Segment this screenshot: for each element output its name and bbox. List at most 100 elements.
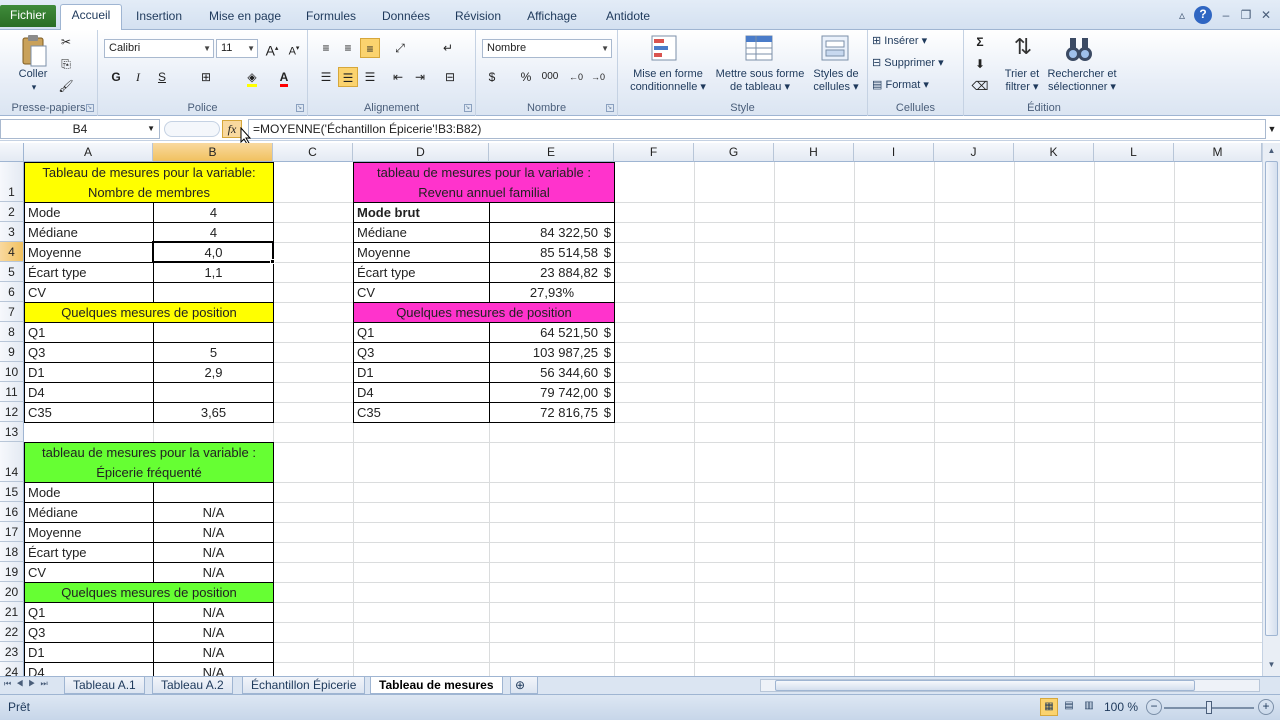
table3-value-stdev[interactable]: N/A [153,542,274,563]
tab-data[interactable]: Données [374,6,438,28]
table3-value-d4[interactable]: N/A [153,662,274,676]
tab-antidote[interactable]: Antidote [596,6,660,28]
align-right-icon[interactable]: ☰ [360,67,380,87]
row-header-22[interactable]: 22 [0,622,24,642]
column-header-f[interactable]: F [614,143,694,162]
cell-styles-icon[interactable] [820,34,850,64]
currency-button[interactable]: $ [482,67,502,87]
table2-label-d4[interactable]: D4 [353,382,490,403]
row-header-13[interactable]: 13 [0,422,24,442]
clear-icon[interactable]: ⌫ [970,76,990,96]
fill-color-icon[interactable]: ◈ [242,67,262,87]
table1-label-d1[interactable]: D1 [24,362,154,383]
sort-filter-icon[interactable]: ⇅ [1008,34,1038,64]
align-top-icon[interactable]: ≡ [316,38,336,58]
row-header-20[interactable]: 20 [0,582,24,602]
table3-label-mean[interactable]: Moyenne [24,522,154,543]
wrap-text-icon[interactable]: ↵ [438,38,458,58]
table3-label-cv[interactable]: CV [24,562,154,583]
table1-label-cv[interactable]: CV [24,282,154,303]
normal-view-icon[interactable]: ▦ [1040,698,1058,716]
align-left-icon[interactable]: ☰ [316,67,336,87]
format-painter-icon[interactable]: 🖌 [56,76,76,96]
sheet-tab-a2[interactable]: Tableau A.2 [152,677,233,694]
zoom-slider-thumb[interactable] [1206,701,1212,714]
row-header-7[interactable]: 7 [0,302,24,322]
find-select-button[interactable]: Rechercher et sélectionner ▾ [1044,68,1120,94]
table3-label-q1[interactable]: Q1 [24,602,154,623]
table2-label-q3[interactable]: Q3 [353,342,490,363]
table3-value-mean[interactable]: N/A [153,522,274,543]
format-button[interactable]: ▤ Format ▾ [872,78,960,91]
align-middle-icon[interactable]: ≡ [338,38,358,58]
grow-font-icon[interactable]: A▴ [262,39,282,59]
formula-input[interactable]: =MOYENNE('Échantillon Épicerie'!B3:B82) [248,119,1266,139]
spreadsheet-grid[interactable]: A B C D E F G H I J K L M 1 2 3 4 5 6 7 … [0,143,1262,676]
new-sheet-icon[interactable]: ⊕ [510,677,538,694]
table3-value-mode[interactable] [153,482,274,503]
tab-review[interactable]: Révision [448,6,508,28]
table1-label-mode[interactable]: Mode [24,202,154,223]
merge-center-icon[interactable]: ⊟ [440,67,460,87]
tab-formulas[interactable]: Formules [298,6,364,28]
underline-button[interactable]: S [152,67,172,87]
table3-value-median[interactable]: N/A [153,502,274,523]
number-launcher-icon[interactable]: ↘ [606,104,614,112]
shrink-font-icon[interactable]: A▾ [284,39,304,59]
font-color-icon[interactable]: A [274,67,294,87]
column-header-d[interactable]: D [353,143,489,162]
sort-filter-button[interactable]: Trier et filtrer ▾ [998,68,1046,94]
table1-value-q3[interactable]: 5 [153,342,274,363]
table2-label-d1[interactable]: D1 [353,362,490,383]
table-format-button[interactable]: Mettre sous forme de tableau ▾ [712,68,808,94]
row-header-17[interactable]: 17 [0,522,24,542]
sheet-tab-echantillon[interactable]: Échantillon Épicerie [242,677,366,694]
table1-label-stdev[interactable]: Écart type [24,262,154,283]
increase-indent-icon[interactable]: ⇥ [410,67,430,87]
table3-label-d4[interactable]: D4 [24,662,154,676]
increase-decimal-icon[interactable]: ←0 [566,67,586,87]
binoculars-icon[interactable] [1064,34,1094,64]
zoom-in-icon[interactable]: + [1258,699,1274,715]
paste-icon[interactable] [20,34,48,68]
select-all-corner[interactable] [0,143,24,162]
row-header-21[interactable]: 21 [0,602,24,622]
row-header-11[interactable]: 11 [0,382,24,402]
cut-icon[interactable]: ✂ [56,32,76,52]
table2-value-d4[interactable]: 79 742,00 $ [489,382,615,403]
table3-label-mode[interactable]: Mode [24,482,154,503]
table2-label-c35[interactable]: C35 [353,402,490,423]
column-header-k[interactable]: K [1014,143,1094,162]
table1-label-c35[interactable]: C35 [24,402,154,423]
insert-button[interactable]: ⊞ Insérer ▾ [872,34,960,47]
table2-title[interactable]: tableau de mesures pour la variable : Re… [353,162,615,203]
paste-dropdown-icon[interactable]: ▾ [24,82,44,93]
table1-label-q3[interactable]: Q3 [24,342,154,363]
decrease-decimal-icon[interactable]: →0 [588,67,608,87]
column-header-j[interactable]: J [934,143,1014,162]
horizontal-scrollbar[interactable] [760,679,1260,692]
table1-value-cv[interactable] [153,282,274,303]
table1-value-median[interactable]: 4 [153,222,274,243]
table2-label-q1[interactable]: Q1 [353,322,490,343]
table1-value-d1[interactable]: 2,9 [153,362,274,383]
row-header-3[interactable]: 3 [0,222,24,242]
column-header-m[interactable]: M [1174,143,1262,162]
page-break-view-icon[interactable]: ▥ [1080,698,1098,716]
table2-value-mean[interactable]: 85 514,58 $ [489,242,615,263]
zoom-out-icon[interactable]: − [1146,699,1162,715]
table2-value-d1[interactable]: 56 344,60 $ [489,362,615,383]
scroll-up-icon[interactable]: ▲ [1265,145,1278,157]
vertical-scroll-thumb[interactable] [1265,161,1278,636]
table2-value-q1[interactable]: 64 521,50 $ [489,322,615,343]
thousands-button[interactable]: 000 [538,67,562,87]
clipboard-launcher-icon[interactable]: ↘ [86,104,94,112]
bold-button[interactable]: G [106,67,126,87]
table1-label-mean[interactable]: Moyenne [24,242,154,263]
table1-position-header[interactable]: Quelques mesures de position [24,302,274,323]
copy-icon[interactable]: ⎘ [56,54,76,74]
row-header-15[interactable]: 15 [0,482,24,502]
table3-value-cv[interactable]: N/A [153,562,274,583]
delete-button[interactable]: ⊟ Supprimer ▾ [872,56,960,69]
conditional-format-icon[interactable] [650,34,680,64]
